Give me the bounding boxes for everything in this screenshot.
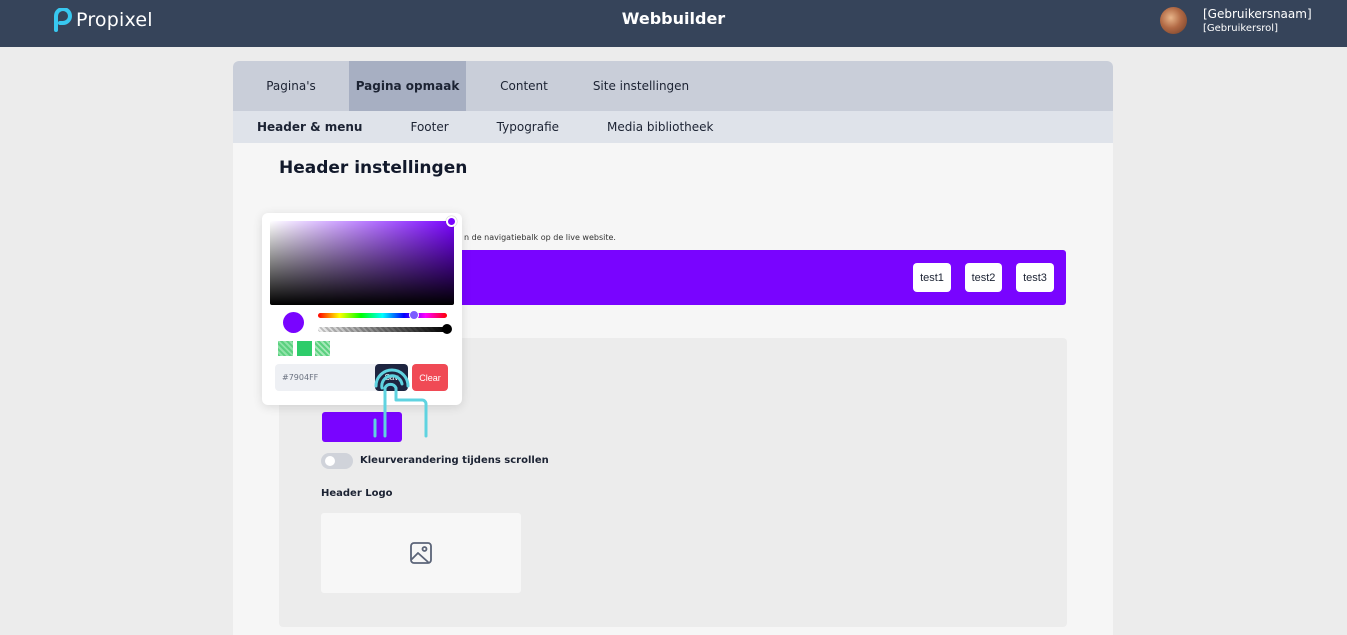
header-logo-upload[interactable] (321, 513, 521, 593)
hue-handle[interactable] (409, 310, 419, 320)
tab-content[interactable]: Content (466, 61, 582, 111)
toggle-knob (325, 456, 335, 466)
tab-paginas[interactable]: Pagina's (233, 61, 349, 111)
subtab-footer[interactable]: Footer (410, 111, 448, 143)
hex-input[interactable] (275, 364, 385, 391)
avatar[interactable] (1160, 7, 1187, 34)
subtab-media-bibliotheek[interactable]: Media bibliotheek (607, 111, 713, 143)
header-color-hint: n de navigatiebalk op de live website. (464, 233, 616, 242)
tab-site-instellingen[interactable]: Site instellingen (582, 61, 700, 111)
tab-pagina-opmaak[interactable]: Pagina opmaak (349, 61, 466, 111)
top-bar: Propixel Webbuilder [Gebruikersnaam] [Ge… (0, 0, 1347, 47)
hue-slider[interactable] (318, 313, 447, 318)
user-menu[interactable]: [Gebruikersnaam] [Gebruikersrol] (1160, 6, 1312, 35)
saturation-value-area[interactable] (270, 221, 454, 305)
saturation-handle[interactable] (446, 216, 457, 227)
toggle-label: Kleurverandering tijdens scrollen (360, 455, 549, 466)
save-button[interactable]: Sav (375, 364, 408, 391)
clear-button[interactable]: Clear (412, 364, 448, 391)
subtab-typografie[interactable]: Typografie (497, 111, 559, 143)
header-logo-label: Header Logo (321, 488, 393, 499)
opacity-slider[interactable] (318, 327, 447, 332)
subtab-header-menu[interactable]: Header & menu (257, 111, 362, 143)
preset-swatch-3[interactable] (315, 341, 330, 356)
color-preview (283, 312, 304, 333)
user-name: [Gebruikersnaam] (1203, 7, 1312, 21)
app-title: Webbuilder (621, 9, 726, 28)
image-icon (409, 541, 433, 569)
scroll-color-toggle[interactable] (321, 453, 353, 469)
header-color-swatch[interactable] (322, 412, 402, 442)
color-picker: Sav Clear (262, 213, 462, 405)
preset-swatch-1[interactable] (278, 341, 293, 356)
preview-nav-item-1[interactable]: test1 (913, 263, 951, 292)
preset-swatch-2[interactable] (297, 341, 312, 356)
page-title: Header instellingen (279, 158, 468, 178)
preview-nav-item-2[interactable]: test2 (965, 263, 1002, 292)
opacity-handle[interactable] (442, 324, 452, 334)
sub-tabs: Header & menu Footer Typografie Media bi… (233, 111, 1113, 143)
preview-nav-item-3[interactable]: test3 (1016, 263, 1054, 292)
user-role: [Gebruikersrol] (1203, 23, 1278, 34)
main-tabs: Pagina's Pagina opmaak Content Site inst… (233, 61, 1113, 111)
